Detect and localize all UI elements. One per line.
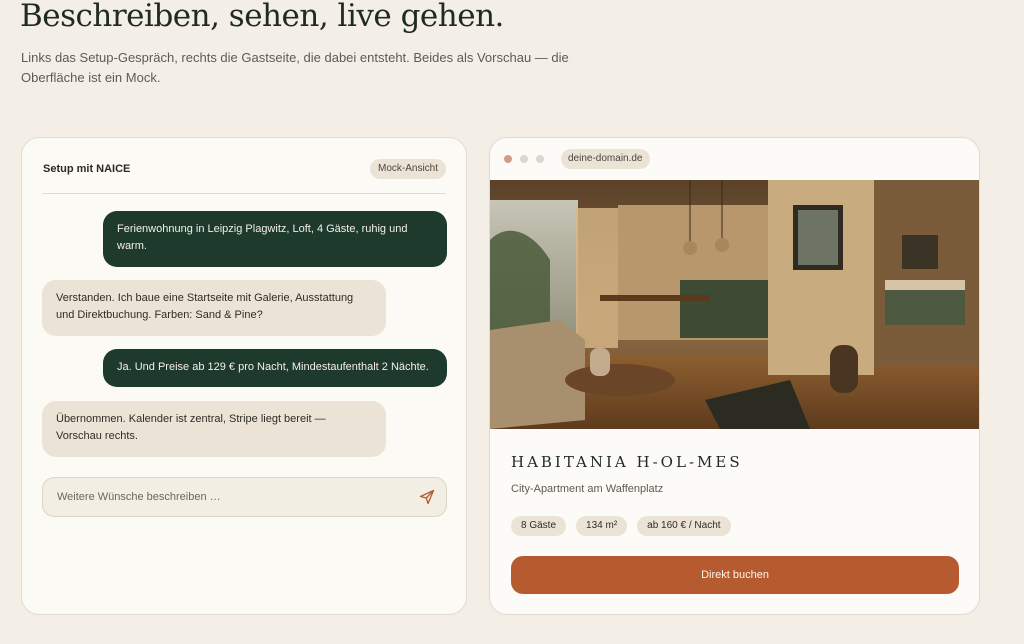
chat-message-assistant: Verstanden. Ich baue eine Startseite mit…	[42, 280, 386, 336]
chat-panel: Setup mit NAICE Mock-Ansicht Ferienwohnu…	[21, 137, 467, 615]
fact-chip-price: ab 160 € / Nacht	[637, 516, 731, 536]
url-bar: deine-domain.de	[561, 149, 650, 169]
chat-title: Setup mit NAICE	[43, 163, 131, 175]
book-now-button[interactable]: Direkt buchen	[511, 556, 959, 594]
chat-message-assistant: Übernommen. Kalender ist zentral, Stripe…	[42, 401, 386, 457]
page-headline: Beschreiben, sehen, live gehen.	[20, 0, 504, 34]
send-icon[interactable]	[418, 488, 436, 506]
chat-input[interactable]	[43, 478, 403, 516]
chat-header: Setup mit NAICE Mock-Ansicht	[42, 156, 446, 194]
guest-page-preview: deine-domain.de HABITANIA H-OL-MES City-…	[489, 137, 980, 615]
property-name: HABITANIA H-OL-MES	[511, 453, 743, 471]
chat-composer	[42, 477, 447, 517]
fact-chip-size: 134 m²	[576, 516, 628, 536]
page-subtext: Links das Setup-Gespräch, rechts die Gas…	[21, 50, 569, 85]
chat-message-user: Ja. Und Preise ab 129 € pro Nacht, Minde…	[103, 349, 447, 387]
property-tagline: City-Apartment am Waffenplatz	[511, 483, 664, 495]
window-dot-minimize	[520, 155, 528, 163]
property-facts: 8 Gäste 134 m² ab 160 € / Nacht	[511, 516, 731, 536]
apartment-hero-image	[490, 180, 979, 429]
window-dot-maximize	[536, 155, 544, 163]
fact-chip-guests: 8 Gäste	[511, 516, 567, 536]
mock-badge: Mock-Ansicht	[369, 159, 446, 179]
chat-message-user: Ferienwohnung in Leipzig Plagwitz, Loft,…	[103, 211, 447, 267]
window-dot-close	[504, 155, 512, 163]
